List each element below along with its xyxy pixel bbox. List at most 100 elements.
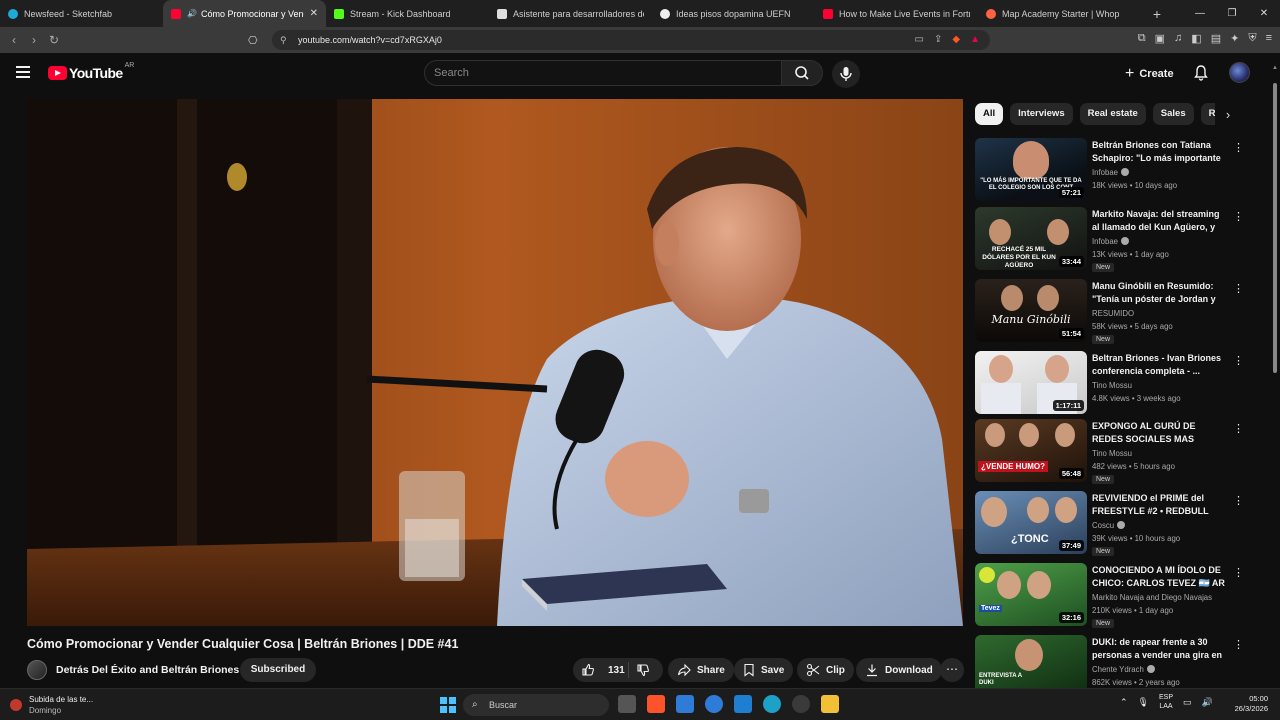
account-avatar[interactable]	[1229, 62, 1250, 83]
video-thumbnail[interactable]: ENTREVISTA A DUKI	[975, 635, 1087, 688]
windows-start-icon[interactable]	[440, 697, 456, 713]
video-thumbnail[interactable]: Manu Ginóbili 51:54	[975, 279, 1087, 342]
page-scrollbar[interactable]: ▲	[1270, 53, 1280, 693]
recommendation-item[interactable]: 1:17:11 Beltran Briones - Ivan Briones c…	[975, 351, 1255, 417]
recommendation-title[interactable]: Beltran Briones - Ivan Briones conferenc…	[1092, 352, 1227, 378]
kebab-menu-icon[interactable]: ⋮	[1233, 354, 1244, 367]
reload-icon[interactable]: ↻	[44, 33, 64, 47]
browser-tab[interactable]: How to Make Live Events in Fortnite	[815, 0, 978, 27]
recommendation-title[interactable]: EXPONGO AL GURÚ DE REDES SOCIALES MAS FA…	[1092, 420, 1227, 446]
kebab-menu-icon[interactable]: ⋮	[1233, 638, 1244, 651]
taskbar-search[interactable]: ⌕ Buscar	[463, 694, 609, 716]
chevron-up-icon[interactable]: ⌃	[1120, 697, 1128, 708]
edge-icon[interactable]	[763, 695, 781, 713]
recommendation-title[interactable]: Markito Navaja: del streaming al llamado…	[1092, 208, 1227, 234]
sidebar-icon[interactable]: ◧	[1191, 32, 1201, 45]
language-indicator[interactable]: ESP LAA	[1159, 693, 1173, 711]
volume-icon[interactable]: 🔊	[1202, 697, 1213, 708]
bookmark-icon[interactable]: ⎔	[248, 34, 258, 47]
video-thumbnail[interactable]: "LO MÁS IMPORTANTE QUE TE DA EL COLEGIO …	[975, 138, 1087, 201]
microphone-icon[interactable]: 🎙	[1138, 697, 1149, 708]
cast-icon[interactable]: ▭	[915, 34, 924, 45]
chip-real-estate[interactable]: Real estate	[1079, 103, 1146, 125]
share-page-icon[interactable]: ⇪	[934, 34, 942, 45]
audio-playing-icon[interactable]: 🔊	[187, 9, 197, 18]
scroll-up-icon[interactable]: ▲	[1272, 65, 1278, 71]
chip-related[interactable]: Rela	[1200, 103, 1215, 125]
search-button[interactable]	[781, 60, 823, 86]
recommendation-title[interactable]: Manu Ginóbili en Resumido: "Tenía un pós…	[1092, 280, 1227, 306]
screenshot-icon[interactable]: ▣	[1155, 32, 1165, 45]
recommendation-title[interactable]: CONOCIENDO A MI ÍDOLO DE CHICO: CARLOS T…	[1092, 564, 1227, 590]
search-input[interactable]: Search	[424, 60, 782, 86]
browser-tab[interactable]: Asistente para desarrolladores de Ep	[489, 0, 652, 27]
notifications-bell-icon[interactable]	[1192, 64, 1210, 82]
close-window-icon[interactable]: ✕	[1248, 0, 1280, 27]
video-thumbnail[interactable]: RECHACÉ 25 MIL DÓLARES POR EL KUN AGÜERO…	[975, 207, 1087, 270]
chip-interviews[interactable]: Interviews	[1010, 103, 1073, 125]
dislike-button[interactable]	[636, 663, 656, 680]
video-thumbnail[interactable]: ¿TONC 37:49	[975, 491, 1087, 554]
recommendation-title[interactable]: REVIVIENDO el PRIME del FREESTYLE #2 • R…	[1092, 492, 1227, 518]
chrome-icon[interactable]	[792, 695, 810, 713]
file-explorer-icon[interactable]	[821, 695, 839, 713]
chevron-right-icon[interactable]: ›	[1218, 105, 1238, 125]
brave-browser-icon[interactable]	[647, 695, 665, 713]
video-thumbnail[interactable]: ¿VENDE HUMO? 56:48	[975, 419, 1087, 482]
kebab-menu-icon[interactable]: ⋮	[1233, 141, 1244, 154]
kebab-menu-icon[interactable]: ⋮	[1233, 282, 1244, 295]
recommendation-item[interactable]: Tevez 32:16 CONOCIENDO A MI ÍDOLO DE CHI…	[975, 563, 1255, 629]
wallet-icon[interactable]: ▤	[1211, 32, 1221, 45]
vpn-icon[interactable]: ⛨	[1248, 32, 1256, 45]
channel-avatar[interactable]	[27, 660, 47, 680]
taskbar-clock[interactable]: 05:00 26/3/2026	[1228, 694, 1268, 714]
browser-tab[interactable]: Newsfeed - Sketchfab	[0, 0, 163, 27]
menu-icon[interactable]: ≡	[1266, 32, 1272, 45]
brave-shields-icon[interactable]: ◆	[952, 34, 960, 45]
app-icon[interactable]	[676, 695, 694, 713]
recommendation-item[interactable]: ENTREVISTA A DUKI DUKI: de rapear frente…	[975, 635, 1255, 688]
recommendation-item[interactable]: Manu Ginóbili 51:54 Manu Ginóbili en Res…	[975, 279, 1255, 345]
browser-tab[interactable]: Ideas pisos dopamina UEFN	[652, 0, 815, 27]
save-button[interactable]: Save	[734, 658, 794, 682]
clip-button[interactable]: Clip	[797, 658, 854, 682]
back-icon[interactable]: ‹	[4, 33, 24, 47]
chip-sales[interactable]: Sales	[1152, 103, 1194, 125]
task-view-icon[interactable]	[618, 695, 636, 713]
close-tab-icon[interactable]: ✕	[310, 8, 318, 19]
minimize-icon[interactable]: —	[1184, 0, 1216, 27]
browser-tab-active[interactable]: 🔊 Cómo Promocionar y Vender ✕	[163, 0, 326, 27]
recommendation-item[interactable]: ¿VENDE HUMO? 56:48 EXPONGO AL GURÚ DE RE…	[975, 419, 1255, 485]
network-icon[interactable]: ▭	[1183, 697, 1192, 708]
new-tab-button[interactable]: +	[1145, 6, 1169, 22]
youtube-logo[interactable]: YouTube AR	[48, 62, 134, 81]
recommendation-item[interactable]: "LO MÁS IMPORTANTE QUE TE DA EL COLEGIO …	[975, 138, 1255, 204]
kebab-menu-icon[interactable]: ⋮	[1233, 422, 1244, 435]
kebab-menu-icon[interactable]: ⋮	[1233, 210, 1244, 223]
video-player[interactable]	[27, 99, 963, 626]
maximize-icon[interactable]: ❐	[1216, 0, 1248, 27]
subscribed-button[interactable]: Subscribed	[240, 658, 316, 682]
recommendation-title[interactable]: DUKI: de rapear frente a 30 personas a v…	[1092, 636, 1227, 662]
address-bar[interactable]: ⚲ youtube.com/watch?v=cd7xRGXAj0 ▭ ⇪ ◆ ▲	[272, 30, 990, 50]
browser-tab[interactable]: Map Academy Starter | Whop	[978, 0, 1141, 27]
vscode-icon[interactable]	[734, 695, 752, 713]
chip-all[interactable]: All	[975, 103, 1004, 125]
media-icon[interactable]: ♫	[1174, 32, 1182, 45]
kebab-menu-icon[interactable]: ⋮	[1233, 566, 1244, 579]
app-icon[interactable]	[705, 695, 723, 713]
more-actions-icon[interactable]: ⋯	[940, 658, 964, 682]
recommendation-title[interactable]: Beltrán Briones con Tatiana Schapiro: "L…	[1092, 139, 1227, 165]
create-button[interactable]: + Create	[1117, 61, 1179, 87]
share-button[interactable]: Share	[668, 658, 734, 682]
site-info-icon[interactable]: ⚲	[280, 35, 290, 45]
taskbar-widget[interactable]: Subida de las te... Domingo	[10, 694, 93, 716]
forward-icon[interactable]: ›	[24, 33, 44, 47]
voice-search-button[interactable]	[832, 60, 860, 88]
scrollbar-thumb[interactable]	[1273, 83, 1277, 373]
like-button[interactable]: 131	[581, 663, 625, 677]
browser-tab[interactable]: Stream - Kick Dashboard	[326, 0, 489, 27]
channel-name[interactable]: Detrás Del Éxito and Beltrán Briones	[56, 664, 239, 676]
brave-rewards-icon[interactable]: ▲	[970, 34, 980, 45]
download-button[interactable]: Download	[856, 658, 942, 682]
